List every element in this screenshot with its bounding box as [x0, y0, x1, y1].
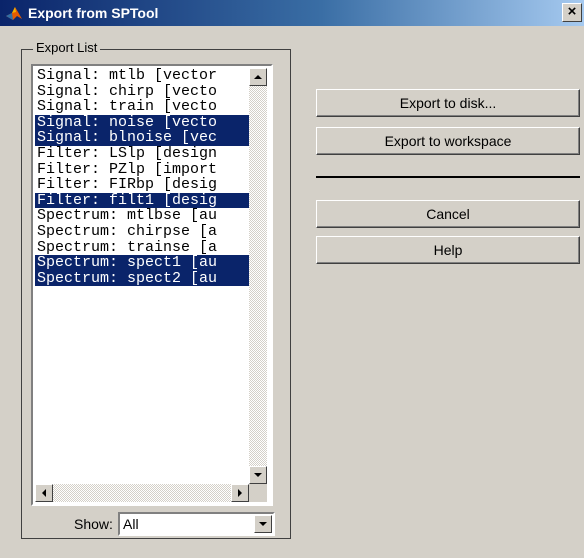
- dropdown-button[interactable]: [254, 515, 272, 533]
- close-icon: ×: [567, 3, 577, 20]
- separator: [316, 176, 580, 178]
- list-item[interactable]: Spectrum: spect1 [au: [35, 255, 249, 271]
- list-item[interactable]: Signal: train [vecto: [35, 99, 249, 115]
- export-list-label: Export List: [33, 40, 101, 56]
- scroll-down-button[interactable]: [249, 466, 267, 484]
- list-item[interactable]: Signal: noise [vecto: [35, 114, 249, 131]
- arrow-right-icon: [238, 489, 242, 497]
- show-label: Show:: [74, 516, 113, 532]
- window-title: Export from SPTool: [28, 5, 159, 21]
- list-item[interactable]: Spectrum: spect2 [au: [35, 270, 249, 287]
- horizontal-scrollbar[interactable]: [35, 484, 249, 502]
- scrollbar-corner: [249, 484, 267, 502]
- close-button[interactable]: ×: [562, 3, 582, 22]
- arrow-down-icon: [254, 473, 262, 477]
- scroll-left-button[interactable]: [35, 484, 53, 502]
- arrow-up-icon: [254, 75, 262, 79]
- help-button[interactable]: Help: [316, 236, 580, 264]
- show-value: All: [123, 516, 139, 532]
- title-bar: Export from SPTool ×: [0, 0, 584, 26]
- list-item[interactable]: Signal: blnoise [vec: [35, 130, 249, 146]
- matlab-logo-icon: [6, 7, 22, 20]
- list-item[interactable]: Signal: chirp [vecto: [35, 84, 249, 100]
- scroll-right-button[interactable]: [231, 484, 249, 502]
- vertical-scrollbar[interactable]: [249, 68, 267, 484]
- chevron-down-icon: [259, 522, 267, 526]
- list-item[interactable]: Filter: LSlp [design: [35, 146, 249, 162]
- export-list-items: Signal: mtlb [vector Signal: chirp [vecto…: [35, 68, 249, 486]
- list-item[interactable]: Filter: FIRbp [desig: [35, 177, 249, 193]
- export-to-workspace-button[interactable]: Export to workspace: [316, 127, 580, 155]
- export-to-disk-button[interactable]: Export to disk...: [316, 89, 580, 117]
- list-item[interactable]: Filter: PZlp [import: [35, 162, 249, 178]
- cancel-button[interactable]: Cancel: [316, 200, 580, 228]
- arrow-left-icon: [42, 489, 46, 497]
- show-dropdown[interactable]: All: [118, 512, 275, 536]
- list-item[interactable]: Spectrum: mtlbse [au: [35, 208, 249, 224]
- list-item[interactable]: Filter: filt1 [desig: [35, 192, 249, 209]
- list-item[interactable]: Spectrum: chirpse [a: [35, 224, 249, 240]
- list-item[interactable]: Spectrum: trainse [a: [35, 240, 249, 256]
- list-item[interactable]: Signal: mtlb [vector: [35, 68, 249, 84]
- export-listbox[interactable]: Signal: mtlb [vector Signal: chirp [vecto…: [31, 64, 273, 506]
- scroll-up-button[interactable]: [249, 68, 267, 86]
